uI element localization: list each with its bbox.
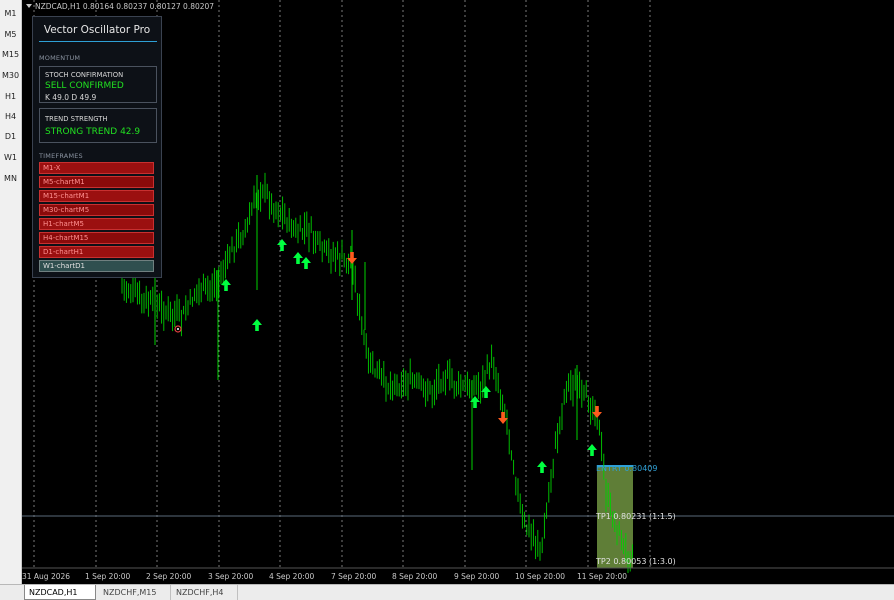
timeframes-label: TIMEFRAMES	[39, 152, 83, 160]
symbol-quote: NZDCAD,H1 0.80164 0.80237 0.80127 0.8020…	[35, 2, 215, 11]
tf-button-m30[interactable]: M30	[0, 67, 21, 85]
panel-title-underline	[39, 41, 157, 42]
stoch-heading: STOCH CONFIRMATION	[45, 71, 124, 79]
date-tick-label: 1 Sep 20:00	[85, 572, 131, 581]
chart-tabs: NZDCAD,H1 NZDCHF,M15 NZDCHF,H4	[0, 584, 894, 600]
date-tick-label: 7 Sep 20:00	[331, 572, 377, 581]
date-tick-label: 9 Sep 20:00	[454, 572, 500, 581]
entry-label: ENTRY 0.80409	[596, 464, 657, 473]
marker-dot	[177, 328, 179, 330]
sell-arrow-icon	[498, 412, 508, 424]
buy-arrow-icon	[221, 279, 231, 291]
tf-button-h4[interactable]: H4	[0, 108, 21, 126]
trend-heading: TREND STRENGTH	[45, 115, 108, 123]
tf-button-h1[interactable]: H1	[0, 88, 21, 106]
tab-nzdchf-m15[interactable]: NZDCHF,M15	[99, 585, 171, 600]
tp2-label: TP2 0.80053 (1:3.0)	[595, 557, 676, 566]
stoch-values: K 49.0 D 49.9	[45, 93, 97, 102]
date-tick-label: 4 Sep 20:00	[269, 572, 315, 581]
tf-row-h1[interactable]: H1-chartM5	[39, 218, 154, 230]
candles	[121, 172, 633, 573]
trend-value: STRONG TREND 42.9	[45, 127, 141, 137]
date-tick-label: 3 Sep 20:00	[208, 572, 254, 581]
date-tick-label: 2 Sep 20:00	[146, 572, 192, 581]
tf-button-m1[interactable]: M1	[0, 5, 21, 23]
tf-button-w1[interactable]: W1	[0, 149, 21, 167]
buy-arrow-icon	[252, 319, 262, 331]
buy-arrow-icon	[293, 252, 303, 264]
panel-title: Vector Oscillator Pro	[43, 24, 151, 36]
trend-box: TREND STRENGTH STRONG TREND 42.9	[39, 108, 157, 143]
triangle-down-icon	[26, 4, 32, 8]
tf-button-d1[interactable]: D1	[0, 128, 21, 146]
tf-button-mn[interactable]: MN	[0, 170, 21, 188]
tf-row-m1[interactable]: M1-X	[39, 162, 154, 174]
price-chart[interactable]: ENTRY 0.80409 TP1 0.80231 (1:1.5) TP2 0.…	[22, 0, 894, 584]
tf-row-m15[interactable]: M15-chartM1	[39, 190, 154, 202]
symbol-info: NZDCAD,H1 0.80164 0.80237 0.80127 0.8020…	[26, 2, 214, 11]
buy-arrow-icon	[301, 257, 311, 269]
tab-nzdcad-h1[interactable]: NZDCAD,H1	[24, 585, 96, 600]
tf-row-m5[interactable]: M5-chartM1	[39, 176, 154, 188]
tf-row-m30[interactable]: M30-chartM5	[39, 204, 154, 216]
tf-row-d1[interactable]: D1-chartH1	[39, 246, 154, 258]
date-tick-label: 31 Aug 2026	[22, 572, 70, 581]
date-tick-label: 11 Sep 20:00	[577, 572, 627, 581]
date-tick-label: 10 Sep 20:00	[515, 572, 565, 581]
buy-arrow-icon	[537, 461, 547, 473]
tab-nzdchf-h4[interactable]: NZDCHF,H4	[172, 585, 238, 600]
stoch-box: STOCH CONFIRMATION SELL CONFIRMED K 49.0…	[39, 66, 157, 103]
tf-row-w1[interactable]: W1-chartD1	[39, 260, 154, 272]
oscillator-panel: Vector Oscillator Pro MOMENTUM STOCH CON…	[32, 16, 162, 278]
tf-row-h4[interactable]: H4-chartM15	[39, 232, 154, 244]
date-tick-label: 8 Sep 20:00	[392, 572, 438, 581]
buy-arrow-icon	[277, 239, 287, 251]
time-axis: 31 Aug 2026 1 Sep 20:00 2 Sep 20:00 3 Sep 2…	[22, 567, 894, 581]
timeframe-toolbar: M1 M5 M15 M30 H1 H4 D1 W1 MN	[0, 0, 22, 584]
signal-arrows	[221, 239, 602, 473]
stoch-signal: SELL CONFIRMED	[45, 81, 124, 91]
momentum-label: MOMENTUM	[39, 54, 81, 62]
tf-button-m5[interactable]: M5	[0, 26, 21, 44]
sell-arrow-icon	[592, 406, 602, 418]
tp1-label: TP1 0.80231 (1:1.5)	[595, 512, 676, 521]
tf-button-m15[interactable]: M15	[0, 46, 21, 64]
